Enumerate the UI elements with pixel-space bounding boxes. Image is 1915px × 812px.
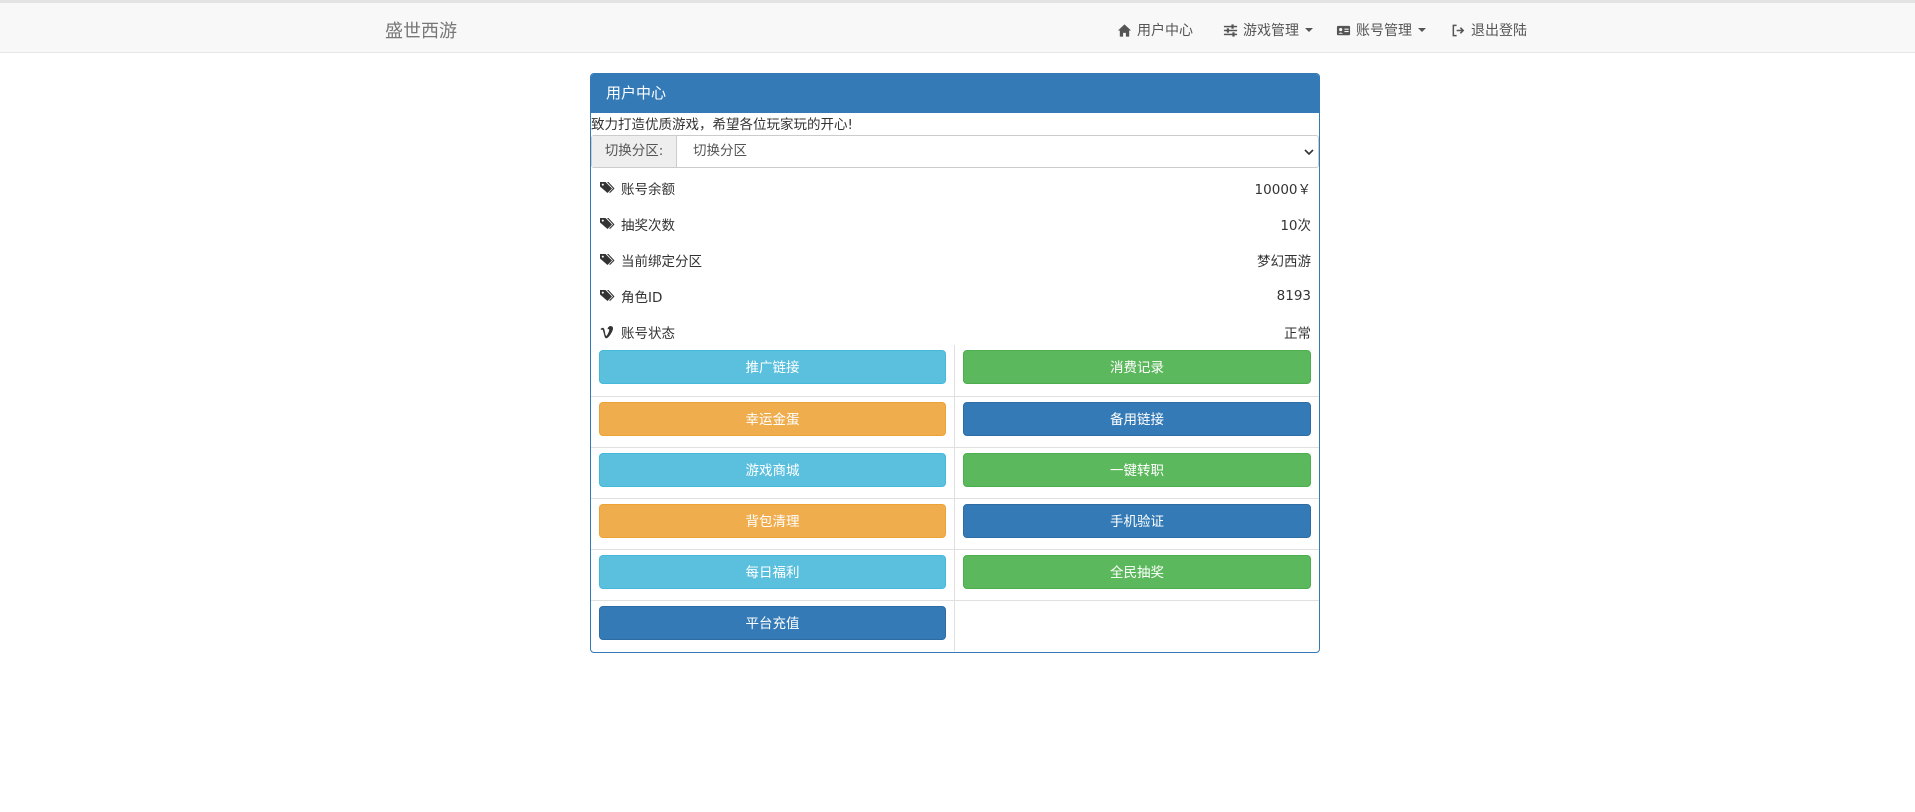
tags-icon [600, 218, 615, 229]
nav-account-manage[interactable]: 账号管理 [1336, 20, 1426, 40]
phone-verify-button[interactable]: 手机验证 [963, 504, 1311, 538]
nav-logout[interactable]: 退出登陆 [1451, 20, 1527, 40]
button-cell: 背包清理 [591, 499, 955, 549]
info-row-role-id: 角色ID 8193 [591, 278, 1319, 314]
zone-switch-label: 切换分区: [592, 136, 677, 167]
panel-title: 用户中心 [591, 74, 1319, 113]
daily-welfare-button[interactable]: 每日福利 [599, 555, 946, 589]
sliders-icon [1223, 23, 1238, 37]
button-row: 每日福利 全民抽奖 [591, 549, 1319, 600]
info-row-lottery-count: 抽奖次数 10次 [591, 206, 1319, 242]
one-click-job-change-button[interactable]: 一键转职 [963, 453, 1311, 487]
action-button-grid: 推广链接 消费记录 幸运金蛋 备用链接 游戏商城 一键转职 背包清理 手机验证 … [591, 345, 1319, 651]
info-value: 正常 [1284, 326, 1311, 342]
lucky-egg-button[interactable]: 幸运金蛋 [599, 402, 946, 436]
button-row: 背包清理 手机验证 [591, 498, 1319, 549]
info-value: 8193 [1276, 288, 1311, 304]
zone-select-value: 切换分区 [693, 143, 747, 159]
button-cell: 每日福利 [591, 550, 955, 600]
account-info-list: 账号余额 10000￥ 抽奖次数 10次 当前绑定分区 梦幻西游 角色ID 81… [591, 170, 1319, 350]
info-value: 10000￥ [1254, 182, 1311, 198]
bag-clean-button[interactable]: 背包清理 [599, 504, 946, 538]
id-card-icon [1336, 25, 1351, 35]
game-mall-button[interactable]: 游戏商城 [599, 453, 946, 487]
info-label: 账号状态 [621, 326, 675, 342]
button-cell: 推广链接 [591, 345, 955, 396]
intro-text: 致力打造优质游戏，希望各位玩家玩的开心! [591, 117, 853, 133]
info-label: 当前绑定分区 [621, 254, 702, 270]
chevron-down-icon [1304, 149, 1314, 156]
navbar: 盛世西游 用户中心 游戏管理 账号管理 退出登陆 [0, 3, 1915, 53]
info-label: 抽奖次数 [621, 218, 675, 234]
platform-recharge-button[interactable]: 平台充值 [599, 606, 946, 640]
button-cell: 全民抽奖 [955, 550, 1319, 600]
info-label: 角色ID [621, 290, 663, 306]
button-row: 游戏商城 一键转职 [591, 447, 1319, 498]
info-label: 账号余额 [621, 182, 675, 198]
button-row: 推广链接 消费记录 [591, 345, 1319, 396]
vimeo-icon [600, 326, 614, 339]
home-icon [1117, 23, 1132, 37]
lottery-button[interactable]: 全民抽奖 [963, 555, 1311, 589]
button-row: 平台充值 [591, 600, 1319, 651]
info-row-bound-zone: 当前绑定分区 梦幻西游 [591, 242, 1319, 278]
button-row: 幸运金蛋 备用链接 [591, 396, 1319, 447]
zone-switch-group: 切换分区: 切换分区 [591, 135, 1319, 168]
brand-logo[interactable]: 盛世西游 [385, 17, 457, 43]
info-value: 梦幻西游 [1257, 254, 1311, 270]
user-center-panel: 用户中心 致力打造优质游戏，希望各位玩家玩的开心! 切换分区: 切换分区 账号余… [590, 73, 1320, 653]
backup-link-button[interactable]: 备用链接 [963, 402, 1311, 436]
button-cell: 一键转职 [955, 448, 1319, 498]
tags-icon [600, 254, 615, 265]
tags-icon [600, 290, 615, 301]
chevron-down-icon [1305, 28, 1313, 32]
nav-game-manage-label: 游戏管理 [1243, 23, 1299, 39]
nav-game-manage[interactable]: 游戏管理 [1223, 20, 1313, 40]
logout-icon [1452, 24, 1465, 36]
chevron-down-icon [1418, 28, 1426, 32]
button-cell [955, 601, 1319, 651]
info-row-balance: 账号余额 10000￥ [591, 170, 1319, 206]
tags-icon [600, 182, 615, 193]
button-cell: 游戏商城 [591, 448, 955, 498]
nav-user-center-label: 用户中心 [1137, 23, 1193, 39]
consumption-record-button[interactable]: 消费记录 [963, 350, 1311, 384]
nav-user-center[interactable]: 用户中心 [1117, 20, 1193, 40]
nav-account-manage-label: 账号管理 [1356, 23, 1412, 39]
button-cell: 平台充值 [591, 601, 955, 651]
button-cell: 幸运金蛋 [591, 397, 955, 447]
button-cell: 手机验证 [955, 499, 1319, 549]
zone-select[interactable]: 切换分区 [677, 136, 1318, 167]
button-cell: 备用链接 [955, 397, 1319, 447]
nav-logout-label: 退出登陆 [1471, 23, 1527, 39]
promo-link-button[interactable]: 推广链接 [599, 350, 946, 384]
info-value: 10次 [1280, 218, 1311, 234]
button-cell: 消费记录 [955, 345, 1319, 396]
